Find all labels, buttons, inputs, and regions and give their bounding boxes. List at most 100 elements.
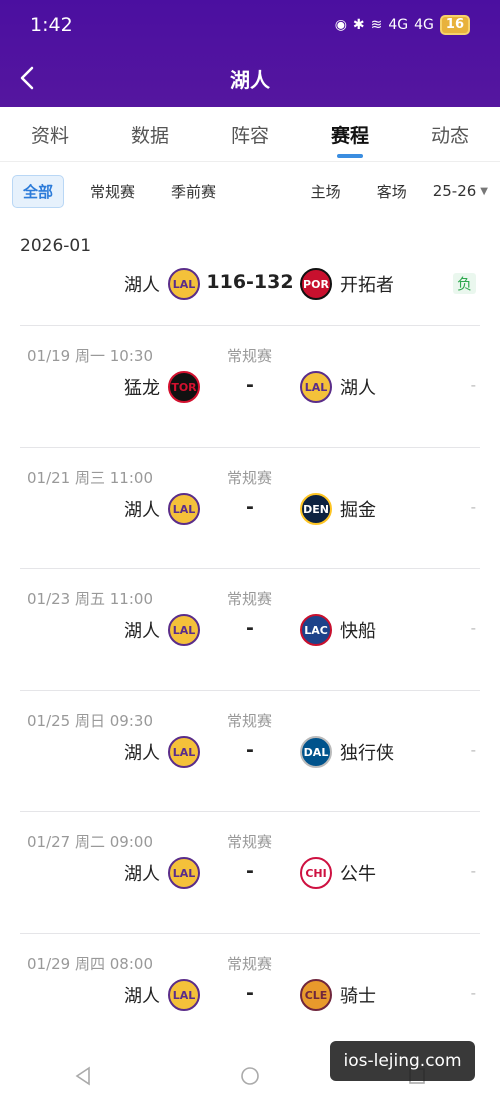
away-team[interactable]: CLE 骑士 (300, 979, 376, 1011)
home-team-name: 湖人 (124, 986, 160, 1007)
match-score: - (246, 860, 254, 882)
away-team-logo-icon: CLE (300, 979, 332, 1011)
match-result: - (470, 984, 476, 1002)
filter-home[interactable]: 主场 (301, 176, 351, 207)
season-label: 25-26 (432, 182, 477, 200)
away-team-name: 掘金 (340, 500, 376, 521)
filter-away[interactable]: 客场 (367, 176, 417, 207)
home-team[interactable]: 湖人 LAL (124, 268, 200, 300)
home-team[interactable]: 湖人 LAL (124, 979, 200, 1011)
match-type: 常规赛 (227, 469, 273, 487)
away-team[interactable]: LAC 快船 (300, 614, 376, 646)
row-divider (20, 811, 480, 812)
match-result: - (470, 862, 476, 880)
tab-schedule[interactable]: 赛程 (325, 121, 375, 158)
tab-news[interactable]: 动态 (425, 121, 475, 148)
match-result: - (470, 741, 476, 759)
signal-label-1: 4G (388, 17, 409, 33)
away-team-logo-icon: POR (300, 268, 332, 300)
away-team-logo-icon: LAL (300, 371, 332, 403)
away-team-logo-icon: CHI (300, 857, 332, 889)
away-team[interactable]: POR 开拓者 (300, 268, 394, 300)
home-team-name: 猛龙 (124, 378, 160, 399)
home-team[interactable]: 猛龙 TOR (124, 371, 200, 403)
away-team[interactable]: DAL 独行侠 (300, 736, 394, 768)
filter-all[interactable]: 全部 (12, 174, 65, 208)
away-team-name: 骑士 (340, 986, 376, 1007)
match-result: 负 (452, 273, 476, 294)
home-team[interactable]: 湖人 LAL (124, 614, 200, 646)
away-team-logo-icon: LAC (300, 614, 332, 646)
home-team-logo-icon: LAL (168, 736, 200, 768)
away-team-name: 独行侠 (340, 743, 394, 764)
status-time: 1:42 (30, 14, 73, 36)
filter-regular[interactable]: 常规赛 (80, 176, 145, 207)
home-team-logo-icon: LAL (168, 493, 200, 525)
row-divider (20, 447, 480, 448)
away-team[interactable]: CHI 公牛 (300, 857, 376, 889)
home-team-logo-icon: LAL (168, 268, 200, 300)
match-result: - (470, 498, 476, 516)
away-team[interactable]: LAL 湖人 (300, 371, 376, 403)
home-team-name: 湖人 (124, 621, 160, 642)
season-selector[interactable]: 25-26 ▼ (433, 182, 488, 200)
signal-label-2: 4G (414, 17, 434, 33)
home-team-name: 湖人 (124, 275, 160, 296)
away-team[interactable]: DEN 掘金 (300, 493, 376, 525)
dropdown-arrow-icon: ▼ (480, 185, 488, 197)
row-divider (20, 568, 480, 569)
match-type: 常规赛 (227, 347, 273, 365)
match-type: 常规赛 (227, 712, 273, 730)
home-team-name: 湖人 (124, 864, 160, 885)
match-row[interactable]: 01/25 周日 09:30 常规赛湖人 LAL - DAL 独行侠 - (0, 690, 500, 811)
match-date: 01/29 周四 08:00 (27, 955, 153, 973)
home-team-name: 湖人 (124, 743, 160, 764)
home-team-logo-icon: LAL (168, 614, 200, 646)
away-team-name: 公牛 (340, 864, 376, 885)
watermark: ios-lejing.com (330, 1041, 475, 1081)
back-arrow-icon[interactable] (14, 64, 42, 92)
status-icons: ◉ ✱ ≋ 4G 4G 16 (335, 15, 470, 35)
home-team[interactable]: 湖人 LAL (124, 736, 200, 768)
page-title: 湖人 (230, 67, 270, 92)
row-divider (20, 690, 480, 691)
home-team[interactable]: 湖人 LAL (124, 857, 200, 889)
away-team-logo-icon: DEN (300, 493, 332, 525)
match-score: - (246, 617, 254, 639)
filter-preseason[interactable]: 季前赛 (161, 176, 226, 207)
match-date: 01/27 周二 09:00 (27, 833, 153, 851)
status-bar: 1:42 ◉ ✱ ≋ 4G 4G 16 (30, 10, 470, 40)
home-team-logo-icon: TOR (168, 371, 200, 403)
eye-icon: ◉ (334, 17, 347, 33)
match-row[interactable]: 01/29 周四 08:00 常规赛 湖人 LAL - CLE 骑士 - (0, 933, 500, 1054)
bluetooth-icon: ✱ (352, 17, 365, 33)
home-team-logo-icon: LAL (168, 979, 200, 1011)
app-header: 1:42 ◉ ✱ ≋ 4G 4G 16 湖人 (0, 0, 500, 107)
tab-profile[interactable]: 资料 (25, 121, 75, 148)
system-home-icon[interactable] (240, 1066, 260, 1086)
match-date: 01/23 周五 11:00 (27, 590, 153, 608)
match-row[interactable]: 01/21 周三 11:00 常规赛 湖人 LAL - DEN 掘金 - (0, 447, 500, 568)
match-date: 01/19 周一 10:30 (27, 347, 153, 365)
away-team-name: 湖人 (340, 378, 376, 399)
home-team-logo-icon: LAL (168, 857, 200, 889)
filter-bar: 全部 常规赛 季前赛 主场 客场 25-26 ▼ (0, 162, 500, 220)
row-divider (20, 933, 480, 934)
match-score: - (246, 739, 254, 761)
match-score: - (246, 982, 254, 1004)
system-back-icon[interactable] (73, 1066, 93, 1086)
home-team[interactable]: 湖人 LAL (124, 493, 200, 525)
match-row[interactable]: 01/27 周二 09:00 常规赛 湖人 LAL - CHI 公牛 - (0, 811, 500, 932)
tab-bar: 资料 数据 阵容 赛程 动态 (0, 107, 500, 162)
match-row[interactable]: 01/23 周五 11:00 常规赛 湖人 LAL - LAC 快船 - (0, 568, 500, 689)
match-date: 01/21 周三 11:00 (27, 469, 153, 487)
match-type: 常规赛 (227, 590, 273, 608)
match-row[interactable]: 01/19 周一 10:30 常规赛 猛龙 TOR - LAL 湖人 - (0, 325, 500, 446)
match-date: 01/25 周日 09:30 (27, 712, 153, 730)
away-team-name: 开拓者 (340, 275, 394, 296)
schedule-list: 2026-01 湖人 LAL 116-132 POR 开拓者负 01/19 周一 10:3… (0, 220, 500, 1106)
tab-stats[interactable]: 数据 (125, 121, 175, 148)
tab-roster[interactable]: 阵容 (225, 121, 275, 148)
wifi-icon: ≋ (370, 17, 383, 33)
match-score: - (246, 374, 254, 396)
